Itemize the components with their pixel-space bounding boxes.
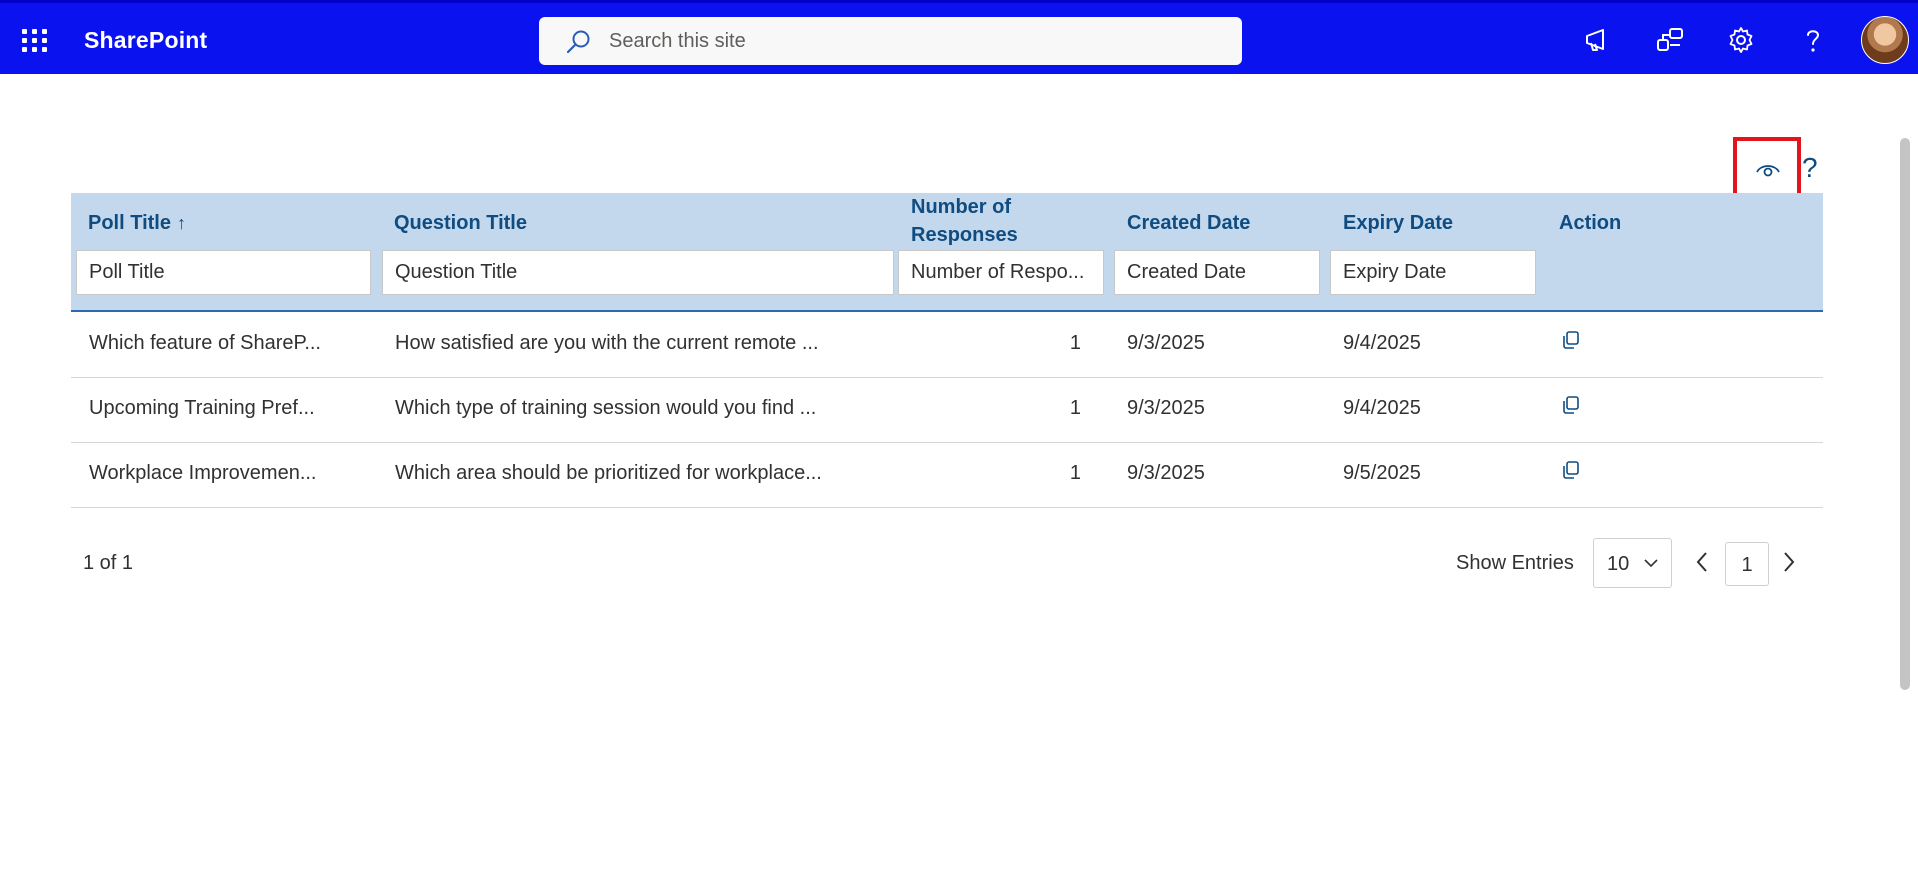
table-row[interactable]: Workplace Improvemen... Which area shoul… [71,443,1823,508]
filter-created-date[interactable] [1114,250,1320,295]
cell-poll-title[interactable]: Which feature of ShareP... [89,332,321,355]
waffle-icon[interactable] [22,29,48,53]
cell-question-title: Which area should be prioritized for wor… [395,462,822,484]
cell-question-title: How satisfied are you with the current r… [395,332,819,354]
cell-expiry-date: 9/4/2025 [1343,397,1421,419]
gear-icon[interactable] [1726,25,1756,55]
cell-created-date: 9/3/2025 [1127,462,1205,484]
help-button[interactable]: ? [1802,154,1818,182]
column-header-action: Action [1559,212,1622,234]
cell-poll-title[interactable]: Workplace Improvemen... [89,462,317,485]
table-row[interactable]: Which feature of ShareP... How satisfied… [71,313,1823,378]
cell-created-date: 9/3/2025 [1127,332,1205,354]
chevron-left-icon[interactable] [1694,550,1710,574]
cell-responses: 1 [1069,332,1081,354]
column-header-created-date[interactable]: Created Date [1127,209,1250,237]
suite-bar: SharePoint [0,0,1918,74]
vertical-scrollbar[interactable] [1900,138,1910,690]
chevron-right-icon[interactable] [1781,550,1797,574]
sort-ascending-icon: ↑ [176,213,186,233]
chevron-down-icon [1644,559,1658,568]
filter-number-of-responses[interactable] [898,250,1104,295]
filter-expiry-date[interactable] [1330,250,1536,295]
megaphone-icon[interactable] [1583,25,1613,55]
column-header-number-of-responses[interactable]: Number of Responses [911,193,1051,249]
table-header: Poll Title ↑ Question Title Number of Res… [71,193,1823,312]
filter-question-title[interactable] [382,250,894,295]
copy-icon[interactable] [1559,459,1583,483]
copy-icon[interactable] [1559,329,1583,353]
copy-icon[interactable] [1559,394,1583,418]
cell-created-date: 9/3/2025 [1127,397,1205,419]
column-header-question-title[interactable]: Question Title [394,209,527,237]
pager-info: 1 of 1 [83,552,134,574]
search-box[interactable] [539,17,1242,65]
avatar[interactable] [1861,16,1909,64]
view-toggle-button[interactable] [1733,137,1801,201]
connections-icon[interactable] [1655,25,1685,55]
page-number-button[interactable]: 1 [1725,542,1769,586]
table-row[interactable]: Upcoming Training Pref... Which type of … [71,378,1823,443]
column-header-expiry-date[interactable]: Expiry Date [1343,209,1453,237]
app-brand[interactable]: SharePoint [84,27,207,54]
cell-expiry-date: 9/5/2025 [1343,462,1421,484]
search-icon [566,30,590,54]
cell-responses: 1 [1069,397,1081,419]
polls-table: Poll Title ↑ Question Title Number of Res… [71,193,1823,508]
filter-poll-title[interactable] [76,250,371,295]
entries-select[interactable]: 10 [1593,538,1672,588]
show-entries-label: Show Entries [1456,552,1574,574]
column-header-poll-title[interactable]: Poll Title ↑ [88,209,186,237]
search-input[interactable] [609,17,1209,65]
cell-poll-title[interactable]: Upcoming Training Pref... [89,397,315,420]
cell-expiry-date: 9/4/2025 [1343,332,1421,354]
entries-select-value: 10 [1607,553,1630,575]
help-icon[interactable] [1798,25,1828,55]
cell-responses: 1 [1069,462,1081,484]
eye-icon [1756,165,1780,177]
cell-question-title: Which type of training session would you… [395,397,817,419]
